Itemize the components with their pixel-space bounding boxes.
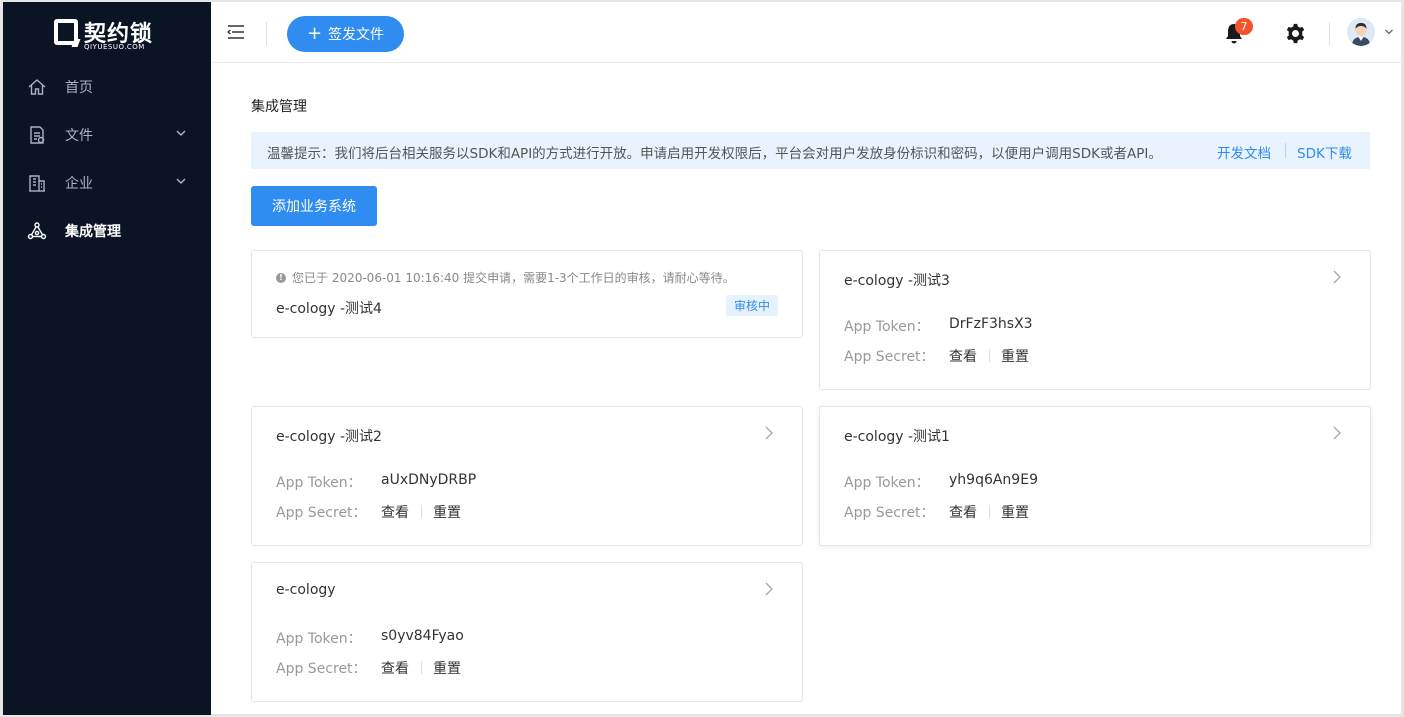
chevron-right-icon[interactable] [764,581,774,597]
app-secret-label: App Secret： [276,505,367,521]
app-secret-label: App Secret： [276,661,367,677]
sidebar-item-label: 企业 [65,176,93,192]
integration-icon [27,222,47,240]
sign-document-button[interactable]: + 签发文件 [287,16,404,52]
reset-secret-link[interactable]: 重置 [433,658,461,678]
app-token-label: App Token： [844,319,930,335]
chevron-right-icon[interactable] [1332,425,1342,441]
avatar-person-icon [1347,18,1375,46]
top-header: + 签发文件 7 [211,2,1401,63]
card-title: e-cology -测试1 [844,429,950,445]
logo-mark-icon [54,19,78,45]
integration-card-pending[interactable]: ! 您已于 2020-06-01 10:16:40 提交申请，需要1-3个工作日… [251,250,803,338]
menu-collapse-icon[interactable] [225,22,247,42]
action-divider [989,505,990,518]
chevron-down-icon [176,130,186,136]
sidebar-item-files[interactable]: 文件 [3,111,211,159]
plus-icon: + [306,23,323,44]
integration-card[interactable]: e-cology -测试1 App Token： yh9q6An9E9 App … [819,406,1371,546]
action-divider [421,505,422,518]
notice-text: 温馨提示：我们将后台相关服务以SDK和API的方式进行开放。申请启用开发权限后，… [267,146,1162,162]
card-title: e-cology -测试4 [276,301,382,317]
integration-card[interactable]: e-cology -测试2 App Token： aUxDNyDRBP App … [251,406,803,546]
header-divider [1329,22,1330,46]
sdk-download-link[interactable]: SDK下载 [1297,142,1352,162]
document-icon [30,126,45,144]
app-token-value: DrFzF3hsX3 [949,316,1033,332]
reset-secret-link[interactable]: 重置 [433,502,461,522]
chevron-right-icon[interactable] [764,425,774,441]
brand-subtitle: QIYUESUO.COM [84,43,145,51]
sidebar: 契约锁 QIYUESUO.COM 首页 文件 企业 集成管理 [3,2,211,715]
sidebar-item-enterprise[interactable]: 企业 [3,159,211,207]
sidebar-item-label: 集成管理 [65,224,121,240]
notice-divider [1285,143,1286,158]
chevron-down-icon[interactable] [1384,28,1394,36]
status-badge: 审核中 [725,295,778,316]
app-token-label: App Token： [276,631,362,647]
notice-banner: 温馨提示：我们将后台相关服务以SDK和API的方式进行开放。申请启用开发权限后，… [251,132,1370,169]
app-secret-label: App Secret： [844,505,935,521]
sidebar-item-label: 文件 [65,128,93,144]
home-icon [28,79,46,95]
reset-secret-link[interactable]: 重置 [1001,502,1029,522]
sidebar-item-home[interactable]: 首页 [3,63,211,111]
view-secret-link[interactable]: 查看 [949,346,977,366]
reset-secret-link[interactable]: 重置 [1001,346,1029,366]
brand-logo[interactable]: 契约锁 QIYUESUO.COM [52,16,162,56]
app-secret-label: App Secret： [844,349,935,365]
chevron-down-icon [176,178,186,184]
integration-card[interactable]: e-cology App Token： s0yv84Fyao App Secre… [251,562,803,702]
notification-badge: 7 [1235,18,1253,35]
app-token-label: App Token： [844,475,930,491]
app-token-value: aUxDNyDRBP [381,472,477,488]
user-avatar[interactable] [1347,18,1375,46]
action-divider [421,661,422,674]
header-divider [266,22,267,46]
app-token-label: App Token： [276,475,362,491]
page-title: 集成管理 [251,99,307,115]
view-secret-link[interactable]: 查看 [949,502,977,522]
action-divider [989,349,990,362]
card-title: e-cology -测试3 [844,273,950,289]
card-title: e-cology [276,582,336,598]
app-token-value: yh9q6An9E9 [949,472,1038,488]
pending-info: ! 您已于 2020-06-01 10:16:40 提交申请，需要1-3个工作日… [276,269,735,286]
integration-card[interactable]: e-cology -测试3 App Token： DrFzF3hsX3 App … [819,250,1371,390]
sidebar-item-label: 首页 [65,80,93,96]
card-title: e-cology -测试2 [276,429,382,445]
dev-docs-link[interactable]: 开发文档 [1217,142,1271,162]
gear-icon[interactable] [1285,23,1306,44]
add-business-system-button[interactable]: 添加业务系统 [251,186,377,226]
pending-info-text: 您已于 2020-06-01 10:16:40 提交申请，需要1-3个工作日的审… [292,271,735,285]
building-icon [29,175,45,192]
sign-document-label: 签发文件 [328,27,385,43]
view-secret-link[interactable]: 查看 [381,502,409,522]
sidebar-item-integration[interactable]: 集成管理 [3,207,211,255]
chevron-right-icon[interactable] [1332,269,1342,285]
view-secret-link[interactable]: 查看 [381,658,409,678]
info-icon: ! [276,272,286,283]
app-token-value: s0yv84Fyao [381,628,464,644]
